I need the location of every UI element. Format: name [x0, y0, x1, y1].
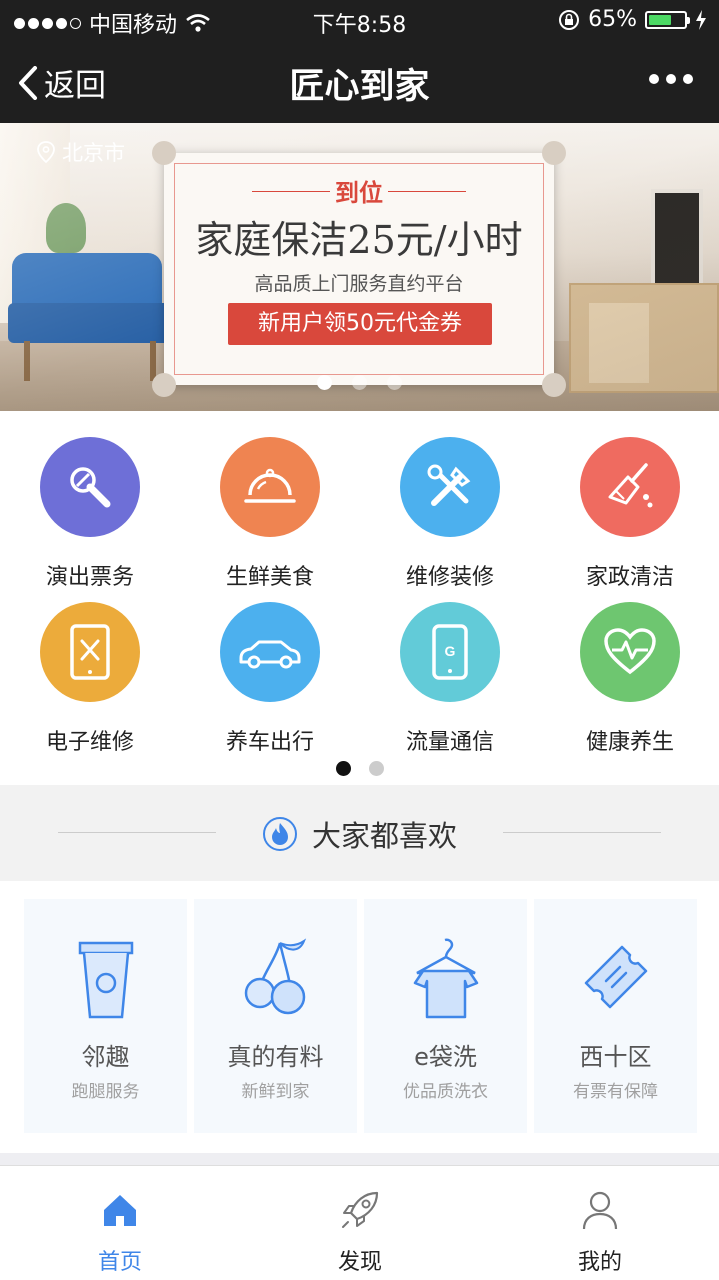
card-subtitle: 有票有保障 [573, 1082, 658, 1102]
cup-icon [78, 941, 133, 1019]
card-title: 真的有料 [227, 1043, 324, 1071]
svg-text:G: G [445, 643, 456, 659]
card-subtitle: 新鲜到家 [241, 1082, 310, 1102]
coupon-card[interactable]: 到位 家庭保洁25元/小时 高品质上门服务直约平台 新用户领50元代金券 [152, 141, 566, 397]
category-icon-bg [580, 602, 680, 702]
home-icon [104, 1195, 136, 1226]
category-grid: 演出票务 生鲜美食 维修装修 家政清洁 电子维修 养车出行 G 流量通信 健康养… [0, 411, 719, 785]
category-label: 健康养生 [585, 730, 674, 755]
popular-card[interactable]: e袋洗 优品质洗衣 [364, 899, 527, 1133]
banner-page-dot[interactable] [387, 375, 402, 390]
popular-card[interactable]: 邻趣 跑腿服务 [24, 899, 187, 1133]
promo-banner[interactable]: 北京市 到位 家庭保洁25元/小时 高品质上门服务直约平台 新用户领50元代金券 [0, 123, 719, 411]
popular-section-header: 大家都喜欢 [0, 785, 719, 881]
car-icon [239, 640, 301, 669]
tab-label: 发现 [337, 1250, 382, 1275]
broom-icon [608, 463, 653, 508]
charging-icon [696, 9, 706, 30]
card-subtitle: 跑腿服务 [71, 1082, 140, 1102]
tab-discover[interactable]: 发现 [270, 1186, 450, 1276]
coupon-claim-button[interactable]: 新用户领50元代金券 [228, 303, 492, 345]
category-label: 流量通信 [405, 730, 494, 755]
food-cloche-icon [244, 468, 296, 503]
tab-label: 首页 [97, 1250, 142, 1275]
category-pagination [0, 761, 719, 776]
flame-icon [262, 817, 297, 851]
tab-label: 我的 [577, 1250, 622, 1275]
status-bar: 中国移动 下午8:58 65% [0, 0, 719, 40]
category-icon-bg [40, 602, 140, 702]
category-label: 演出票务 [45, 565, 134, 590]
category-page-dot[interactable] [368, 761, 384, 776]
battery-percent: 65% [588, 7, 637, 32]
banner-page-dot[interactable] [352, 375, 367, 390]
rotation-lock-icon [559, 9, 580, 30]
tools-icon [427, 464, 471, 506]
shirt-hanger-icon [413, 938, 478, 1019]
category-cleaning[interactable]: 家政清洁 [540, 437, 719, 591]
user-icon [582, 1191, 618, 1230]
banner-pagination [0, 375, 719, 390]
category-label: 养车出行 [225, 730, 314, 755]
category-page-dot[interactable] [335, 761, 351, 776]
battery-group: 65% [558, 7, 707, 32]
category-health[interactable]: 健康养生 [540, 602, 719, 756]
category-label: 电子维修 [45, 730, 134, 755]
card-subtitle: 优品质洗衣 [403, 1082, 488, 1102]
category-mobile-data[interactable]: G 流量通信 [360, 602, 540, 756]
popular-card[interactable]: 真的有料 新鲜到家 [194, 899, 357, 1133]
category-label: 家政清洁 [585, 565, 674, 590]
tab-bar: 首页 发现 我的 [0, 1165, 719, 1280]
coupon-headline: 家庭保洁25元/小时 [195, 218, 523, 262]
category-icon-bg [400, 437, 500, 537]
rocket-icon [342, 1191, 379, 1228]
coupon-brand-tag: 到位 [335, 179, 383, 207]
category-electronics[interactable]: 电子维修 [0, 602, 180, 756]
card-title: 邻趣 [81, 1043, 130, 1071]
category-label: 维修装修 [405, 565, 494, 590]
banner-page-dot[interactable] [317, 375, 332, 390]
tab-profile[interactable]: 我的 [510, 1186, 690, 1276]
category-repair[interactable]: 维修装修 [360, 437, 540, 591]
tab-home[interactable]: 首页 [30, 1186, 210, 1276]
cherries-icon [244, 938, 306, 1015]
card-title: 西十区 [579, 1043, 652, 1071]
popular-list: 邻趣 跑腿服务 真的有料 新鲜到家 e袋洗 优品质洗衣 西十区 有票有保障 [0, 881, 719, 1153]
battery-icon [645, 10, 690, 29]
microphone-icon [70, 467, 111, 508]
category-tickets[interactable]: 演出票务 [0, 437, 180, 591]
more-menu-button[interactable] [649, 74, 693, 84]
card-title: e袋洗 [414, 1043, 477, 1071]
category-icon-bg [580, 437, 680, 537]
phone-icon: G [432, 624, 468, 680]
category-icon-bg: G [400, 602, 500, 702]
category-food[interactable]: 生鲜美食 [180, 437, 360, 591]
category-icon-bg [40, 437, 140, 537]
tablet-repair-icon [70, 624, 110, 680]
location-label: 北京市 [62, 141, 125, 165]
section-divider [0, 1153, 719, 1165]
heart-pulse-icon [604, 628, 656, 675]
category-icon-bg [220, 602, 320, 702]
category-label: 生鲜美食 [225, 565, 314, 590]
nav-bar: 返回 匠心到家 [0, 40, 719, 123]
location-pin-icon [37, 141, 55, 164]
page-title: 匠心到家 [289, 67, 430, 107]
category-car[interactable]: 养车出行 [180, 602, 360, 756]
section-title: 大家都喜欢 [311, 819, 457, 853]
popular-card[interactable]: 西十区 有票有保障 [534, 899, 697, 1133]
ticket-icon [584, 945, 647, 1009]
coupon-subtitle: 高品质上门服务直约平台 [254, 273, 464, 295]
category-icon-bg [220, 437, 320, 537]
location-selector[interactable]: 北京市 [36, 137, 125, 167]
